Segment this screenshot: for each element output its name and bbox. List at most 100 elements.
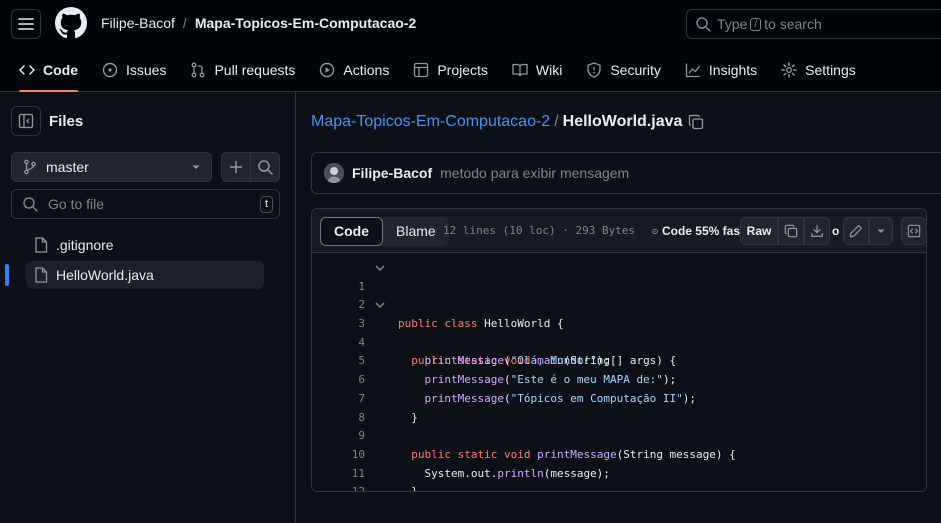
file-tree-item-label: HelloWorld.java	[56, 267, 154, 283]
tab-issues-label: Issues	[126, 62, 167, 78]
raw-button[interactable]: Raw	[740, 217, 778, 245]
code-view-button[interactable]: Code	[320, 217, 383, 246]
repo-nav-tabs: Code Issues Pull requests Actions Projec…	[0, 52, 872, 92]
go-to-file-placeholder: Go to file	[48, 196, 105, 212]
file-meta-info: 12 lines (10 loc) · 293 Bytes	[443, 224, 636, 237]
tab-wiki[interactable]: Wiki	[504, 52, 570, 88]
tab-settings[interactable]: Settings	[773, 52, 864, 88]
copy-icon[interactable]	[688, 114, 704, 130]
tab-settings-label: Settings	[805, 62, 856, 78]
search-placeholder-suffix: to search	[764, 16, 822, 32]
code-text: }	[398, 485, 418, 492]
table-icon	[414, 62, 429, 78]
avatar-image-icon	[324, 163, 344, 183]
repo-breadcrumb: Filipe-Bacof / Mapa-Topicos-Em-Computaca…	[101, 15, 416, 31]
code-line: 8	[312, 390, 926, 424]
search-icon	[23, 197, 38, 212]
collapse-sidebar-button[interactable]	[11, 106, 41, 136]
commit-author[interactable]: Filipe-Bacof	[352, 165, 432, 181]
symbols-panel-button[interactable]	[901, 217, 926, 245]
tab-pull-requests-label: Pull requests	[214, 62, 296, 78]
tab-projects-label: Projects	[437, 62, 488, 78]
tab-pull-requests[interactable]: Pull requests	[182, 52, 303, 88]
tab-code[interactable]: Code	[11, 52, 86, 92]
tab-insights-label: Insights	[708, 62, 758, 78]
code-line: 11 }	[312, 446, 926, 491]
copilot-language-stat[interactable]: Code 55% fas	[652, 223, 740, 239]
raw-button-label: Raw	[746, 224, 772, 238]
graph-icon	[685, 63, 700, 78]
code-line: 1 public class HelloWorld {	[312, 259, 926, 330]
code-viewer: Code Blame 12 lines (10 loc) · 293 Bytes…	[311, 208, 927, 492]
gear-icon	[781, 62, 797, 78]
line-number[interactable]: 12	[312, 483, 365, 491]
file-path-breadcrumb: Mapa-Topicos-Em-Computacao-2 / HelloWorl…	[311, 113, 704, 131]
code-line: 9 public static void printMessage(String…	[312, 409, 926, 461]
copy-raw-button[interactable]	[778, 217, 804, 245]
code-line: 7 }	[312, 371, 926, 424]
search-placeholder-prefix: Type	[717, 16, 748, 32]
code-line: 2	[312, 278, 926, 311]
code-line: 3 public static void main(String[] args)…	[312, 296, 926, 367]
tab-actions[interactable]: Actions	[311, 52, 397, 88]
github-logo-icon[interactable]	[55, 7, 87, 39]
repo-header: Filipe-Bacof / Mapa-Topicos-Em-Computaca…	[0, 0, 941, 92]
path-current-file: HelloWorld.java	[562, 113, 683, 130]
code-line: 10 System.out.println(message);	[312, 427, 926, 480]
go-to-file-input[interactable]: Go to file t	[11, 189, 280, 219]
copilot-icon	[652, 229, 658, 234]
tab-insights[interactable]: Insights	[677, 52, 765, 88]
breadcrumb-separator: /	[182, 15, 187, 31]
play-icon	[320, 62, 335, 78]
search-files-button[interactable]	[250, 152, 280, 182]
more-edit-options-button[interactable]	[869, 217, 894, 245]
file-tree-item-selected[interactable]: HelloWorld.java	[26, 261, 264, 289]
tab-security[interactable]: Security	[578, 52, 669, 88]
branch-selector[interactable]: master	[11, 152, 212, 182]
selected-file-indicator	[5, 264, 9, 286]
search-icon	[696, 17, 711, 32]
hamburger-menu-button[interactable]	[11, 9, 41, 39]
search-input[interactable]: Type / to search	[686, 9, 941, 39]
branch-icon	[24, 159, 36, 175]
path-repo-link[interactable]: Mapa-Topicos-Em-Computacao-2	[311, 113, 550, 131]
go-to-file-shortcut: t	[259, 196, 273, 213]
download-button[interactable]	[804, 217, 830, 245]
file-actions-toolbar: Raw o	[740, 217, 926, 245]
code-square-icon	[908, 224, 921, 238]
truncated-toolbar-text: o	[832, 224, 840, 238]
file-icon	[35, 237, 48, 253]
shield-icon	[587, 62, 601, 78]
caret-down-icon	[877, 229, 885, 233]
owner-link[interactable]: Filipe-Bacof	[101, 15, 175, 31]
commit-message[interactable]: metodo para exibir mensagem	[440, 165, 629, 181]
issue-icon	[102, 62, 118, 78]
file-tree-item-label: .gitignore	[56, 237, 114, 253]
hamburger-icon	[18, 18, 34, 30]
download-icon	[811, 224, 823, 237]
fold-chevron-icon[interactable]	[374, 296, 386, 314]
tab-wiki-label: Wiki	[535, 62, 563, 78]
file-tree-sidebar: Files master Go to file t .gitignore Hel…	[0, 92, 296, 523]
fold-chevron-icon[interactable]	[374, 259, 386, 277]
code-icon	[19, 65, 35, 75]
avatar[interactable]	[324, 163, 344, 183]
path-separator: /	[554, 113, 559, 130]
edit-file-button[interactable]	[843, 217, 870, 245]
add-file-button[interactable]	[221, 152, 251, 182]
branch-name: master	[46, 159, 89, 175]
search-shortcut-key: /	[750, 17, 762, 31]
file-tree-item[interactable]: .gitignore	[26, 231, 264, 259]
caret-down-icon	[192, 165, 200, 169]
blame-view-button[interactable]: Blame	[383, 217, 449, 246]
code-lines: 1 public class HelloWorld { 2 3 public s…	[312, 253, 926, 491]
search-icon	[258, 160, 273, 175]
latest-commit-bar: Filipe-Bacof metodo para exibir mensagem	[311, 152, 941, 194]
tab-projects[interactable]: Projects	[405, 52, 496, 88]
code-line: 6 printMessage("Tópicos em Computação II…	[312, 352, 926, 405]
language-stat-text: Code 55% fas	[661, 224, 740, 238]
code-viewer-header: Code Blame 12 lines (10 loc) · 293 Bytes…	[312, 209, 926, 253]
repo-link[interactable]: Mapa-Topicos-Em-Computacao-2	[195, 15, 416, 31]
files-heading: Files	[49, 113, 84, 130]
tab-issues[interactable]: Issues	[94, 52, 174, 88]
